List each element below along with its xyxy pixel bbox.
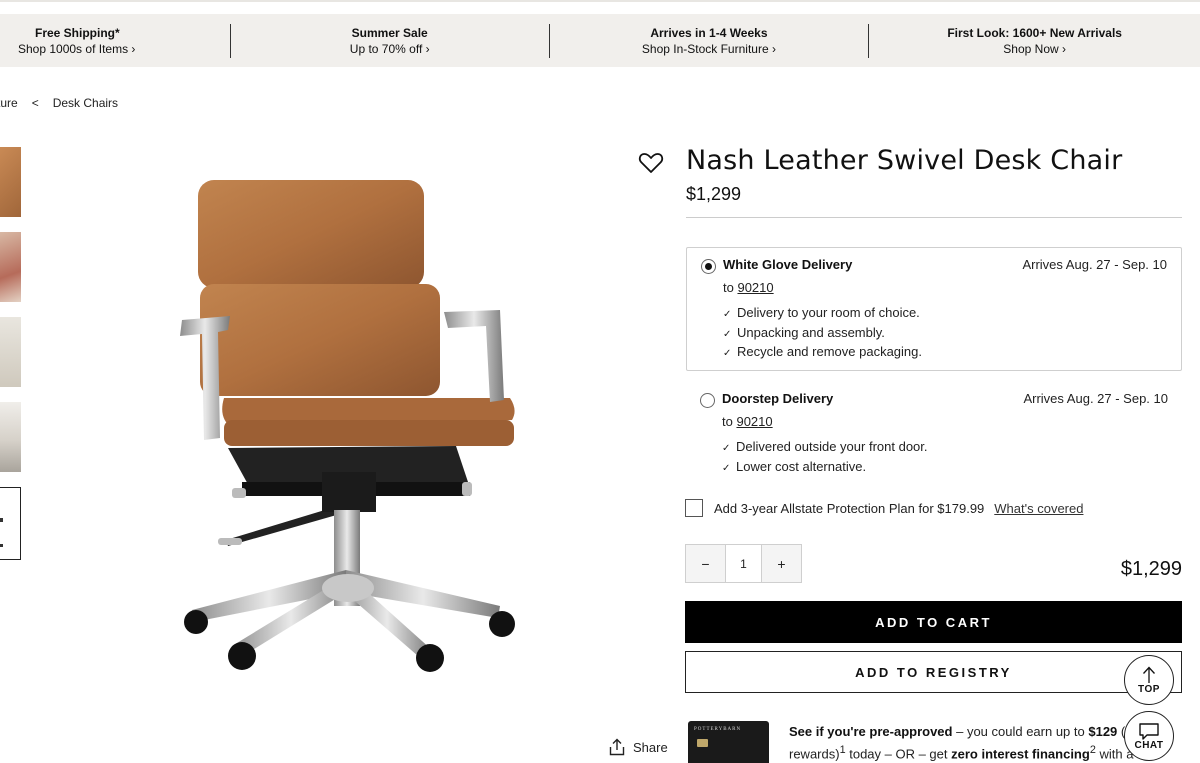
promo-title: Summer Sale (351, 25, 428, 40)
quantity-increase-button[interactable]: + (762, 545, 801, 582)
promo-new-arrivals[interactable]: First Look: 1600+ New Arrivals Shop Now … (869, 14, 1200, 67)
protection-label: Add 3-year Allstate Protection Plan for … (714, 500, 985, 516)
quantity-value[interactable]: 1 (725, 545, 762, 582)
breadcrumb-current[interactable]: Desk Chairs (53, 96, 118, 110)
promo-arrives[interactable]: Arrives in 1-4 Weeks Shop In-Stock Furni… (550, 14, 869, 67)
add-to-registry-button[interactable]: ADD TO REGISTRY (685, 651, 1182, 693)
financing-amount: $129 (1088, 724, 1118, 739)
delivery-option-white-glove[interactable]: White Glove Delivery Arrives Aug. 27 - S… (686, 247, 1182, 371)
promo-title: First Look: 1600+ New Arrivals (947, 25, 1122, 40)
card-chip (697, 739, 708, 747)
thumbnail-5-selected[interactable] (0, 487, 21, 560)
list-item: ✓ Unpacking and assembly. (723, 323, 922, 343)
delivery-name: Doorstep Delivery (722, 391, 834, 406)
thumbnail-1[interactable] (0, 147, 21, 217)
list-item: ✓ Recycle and remove packaging. (723, 342, 922, 362)
delivery-zip-link[interactable]: 90210 (737, 280, 773, 295)
promo-link[interactable]: Shop 1000s of Items › (18, 41, 135, 57)
product-title: Nash Leather Swivel Desk Chair (686, 145, 1123, 176)
promo-bar: Free Shipping* Shop 1000s of Items › Sum… (0, 14, 1200, 67)
feature-text: Lower cost alternative. (736, 458, 867, 474)
share-icon (609, 738, 625, 756)
promo-link[interactable]: Shop In-Stock Furniture › (642, 41, 776, 57)
card-brand: POTTERYBARN (694, 727, 742, 732)
delivery-to-label: to (723, 280, 734, 295)
delivery-option-doorstep[interactable]: Doorstep Delivery Arrives Aug. 27 - Sep.… (686, 382, 1182, 482)
list-item: ✓ Delivered outside your front door. (722, 437, 928, 457)
product-price: $1,299 (686, 184, 742, 204)
promo-title: Free Shipping* (35, 25, 120, 40)
check-icon: ✓ (723, 309, 732, 320)
back-to-top-button[interactable]: TOP (1124, 655, 1174, 705)
quantity-decrease-button[interactable]: − (686, 545, 725, 582)
delivery-to-label: to (722, 414, 733, 429)
quantity-stepper: − 1 + (685, 544, 802, 583)
chat-label: CHAT (1134, 739, 1164, 751)
promo-summer-sale[interactable]: Summer Sale Up to 70% off › (231, 14, 549, 67)
delivery-zip-line: to 90210 (723, 280, 774, 295)
promo-link[interactable]: Shop Now › (1003, 41, 1066, 57)
list-item: ✓ Delivery to your room of choice. (723, 303, 922, 323)
feature-text: Unpacking and assembly. (737, 324, 885, 340)
check-icon: ✓ (722, 443, 731, 454)
heart-icon[interactable] (638, 151, 664, 175)
financing-zero: zero interest financing (951, 746, 1090, 762)
breadcrumb-separator: < (31, 96, 39, 110)
divider (686, 217, 1182, 218)
thumbnail-4[interactable] (0, 402, 21, 472)
list-item: ✓ Lower cost alternative. (722, 457, 928, 477)
chat-button[interactable]: CHAT (1124, 711, 1174, 761)
delivery-radio[interactable] (700, 393, 715, 408)
protection-checkbox[interactable] (685, 499, 703, 517)
promo-link[interactable]: Up to 70% off › (350, 41, 430, 57)
delivery-features: ✓ Delivered outside your front door. ✓ Low… (722, 437, 928, 476)
delivery-arrives: Arrives Aug. 27 - Sep. 10 (1023, 391, 1168, 406)
check-icon: ✓ (722, 462, 731, 474)
promo-title: Arrives in 1-4 Weeks (650, 25, 768, 40)
delivery-zip-link[interactable]: 90210 (736, 414, 772, 429)
delivery-arrives: Arrives Aug. 27 - Sep. 10 (1022, 257, 1167, 272)
breadcrumb-parent[interactable]: ture (0, 96, 18, 110)
financing-text: – you could earn up to (952, 724, 1089, 739)
chat-icon (1139, 722, 1159, 740)
add-to-cart-button[interactable]: ADD TO CART (685, 601, 1182, 643)
check-icon: ✓ (723, 348, 732, 359)
financing-lead: See if you're pre-approved (789, 724, 953, 739)
whats-covered-link[interactable]: What's covered (994, 501, 1083, 516)
share-label: Share (633, 739, 668, 755)
total-price: $1,299 (1120, 558, 1182, 580)
feature-text: Delivery to your room of choice. (737, 305, 920, 320)
delivery-zip-line: to 90210 (722, 414, 773, 429)
financing-text: today – OR – get (845, 746, 952, 762)
promo-free-shipping[interactable]: Free Shipping* Shop 1000s of Items › (0, 14, 230, 67)
feature-text: Recycle and remove packaging. (737, 344, 922, 359)
credit-card-image: POTTERYBARN (688, 721, 769, 763)
top-border (0, 0, 1200, 2)
thumbnail-2[interactable] (0, 232, 21, 302)
product-image (180, 180, 515, 672)
share-button[interactable]: Share (609, 738, 668, 756)
arrow-up-icon (1143, 666, 1155, 683)
delivery-features: ✓ Delivery to your room of choice. ✓ Unpac… (723, 303, 922, 362)
breadcrumb: ture < Desk Chairs (0, 96, 118, 110)
protection-plan: Add 3-year Allstate Protection Plan for … (685, 499, 1083, 517)
delivery-radio-selected[interactable] (701, 259, 716, 274)
feature-text: Delivered outside your front door. (736, 439, 928, 454)
thumbnail-3[interactable] (0, 317, 21, 387)
delivery-name: White Glove Delivery (723, 257, 853, 272)
top-label: TOP (1138, 683, 1160, 695)
